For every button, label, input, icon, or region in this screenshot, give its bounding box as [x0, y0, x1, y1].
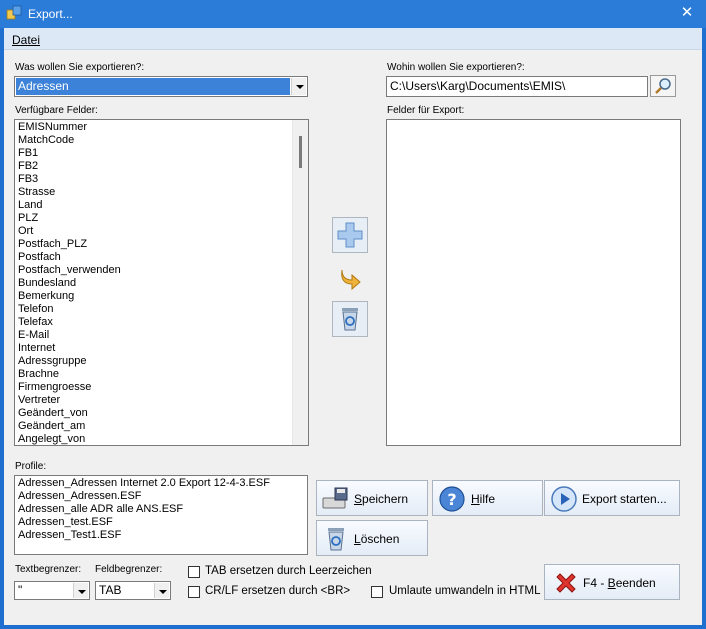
quit-rest: eenden — [615, 576, 656, 590]
available-field-item[interactable]: FB3 — [17, 173, 290, 186]
umlaute-checkbox[interactable] — [371, 586, 383, 598]
remove-field-button[interactable] — [332, 301, 368, 337]
help-rest: ilfe — [479, 492, 496, 506]
field-delimiter-select[interactable]: TAB — [95, 581, 171, 600]
available-field-item[interactable]: Land — [17, 199, 290, 212]
scrollbar-thumb[interactable] — [299, 136, 302, 168]
source-select-value: Adressen — [16, 78, 290, 95]
start-export-label: Export starten... — [582, 492, 667, 506]
available-field-item[interactable]: PLZ — [17, 212, 290, 225]
available-field-item[interactable]: MatchCode — [17, 134, 290, 147]
help-button[interactable]: ? Hilfe — [432, 480, 543, 516]
search-icon — [655, 78, 671, 94]
add-field-button[interactable] — [332, 217, 368, 253]
text-delimiter-label: Textbegrenzer: — [15, 564, 82, 575]
chevron-down-icon[interactable] — [291, 78, 306, 95]
available-field-item[interactable]: FB2 — [17, 160, 290, 173]
profile-item[interactable]: Adressen_Test1.ESF — [17, 529, 305, 542]
available-field-item[interactable]: Firmengroesse — [17, 381, 290, 394]
save-rest: peichern — [362, 492, 409, 506]
available-field-item[interactable]: Adressgruppe — [17, 355, 290, 368]
delete-rest: öschen — [360, 532, 400, 546]
available-fields-list[interactable]: EMISNummer MatchCode FB1 FB2 FB3 Strasse Land P… — [14, 119, 309, 446]
dialog-client: Datei Was wollen Sie exportieren?: Adres… — [4, 28, 702, 625]
help-button-label: Hilfe — [471, 492, 495, 506]
available-field-item[interactable]: E-Mail — [17, 329, 290, 342]
available-fields-scrollbar[interactable] — [292, 120, 308, 445]
profile-item[interactable]: Adressen_Adressen.ESF — [17, 490, 305, 503]
recycle-bin-icon — [328, 528, 344, 551]
field-delimiter-label: Feldbegrenzer: — [95, 564, 163, 575]
available-field-item[interactable]: Telefax — [17, 316, 290, 329]
umlaute-label: Umlaute umwandeln in HTML — [389, 585, 541, 597]
tab-replace-checkbox[interactable] — [188, 566, 200, 578]
quit-accel: B — [607, 576, 616, 590]
source-label: Was wollen Sie exportieren?: — [15, 62, 145, 73]
recycle-bin-icon — [342, 308, 358, 331]
save-accel: S — [354, 492, 363, 506]
quit-prefix: F4 - — [583, 576, 608, 590]
save-button[interactable]: Speichern — [316, 480, 428, 516]
svg-text:?: ? — [447, 490, 456, 509]
window-title: Export... — [28, 7, 73, 21]
plus-icon — [337, 222, 363, 248]
available-field-item[interactable]: Postfach_verwenden — [17, 264, 290, 277]
chevron-down-icon[interactable] — [73, 583, 88, 598]
start-export-button[interactable]: Export starten... — [544, 480, 680, 516]
available-field-item[interactable]: Vertreter — [17, 394, 290, 407]
available-field-item[interactable]: Angelegt_von — [17, 433, 290, 445]
profiles-list[interactable]: Adressen_Adressen Internet 2.0 Export 12… — [14, 475, 308, 555]
quit-button-label: F4 - Beenden — [583, 576, 656, 590]
available-field-item[interactable]: Geändert_am — [17, 420, 290, 433]
target-label: Wohin wollen Sie exportieren?: — [387, 62, 525, 73]
save-button-label: Speichern — [354, 492, 408, 506]
profile-item[interactable]: Adressen_test.ESF — [17, 516, 305, 529]
floppy-printer-icon — [322, 487, 348, 509]
tab-replace-label: TAB ersetzen durch Leerzeichen — [205, 565, 372, 577]
help-question-icon: ? — [439, 486, 465, 512]
close-button[interactable]: ✕ — [678, 4, 696, 22]
title-bar: Export... ✕ — [0, 0, 706, 28]
text-delimiter-select[interactable]: " — [14, 581, 90, 600]
chevron-down-icon[interactable] — [154, 583, 169, 598]
available-field-item[interactable]: Ort — [17, 225, 290, 238]
delete-button-label: Löschen — [354, 532, 399, 546]
export-fields-list[interactable] — [386, 119, 681, 446]
curved-arrow-icon — [341, 269, 361, 291]
profile-item[interactable]: Adressen_Adressen Internet 2.0 Export 12… — [17, 477, 305, 490]
help-accel: H — [471, 492, 480, 506]
menu-bar: Datei — [4, 28, 702, 50]
available-field-item[interactable]: Postfach_PLZ — [17, 238, 290, 251]
delete-button[interactable]: Löschen — [316, 520, 428, 556]
available-field-item[interactable]: Strasse — [17, 186, 290, 199]
source-select[interactable]: Adressen — [14, 76, 308, 97]
red-x-icon — [556, 573, 576, 593]
app-icon — [6, 5, 22, 20]
delete-accel: L — [354, 532, 361, 546]
profiles-label: Profile: — [15, 461, 47, 472]
menu-datei[interactable]: Datei — [12, 33, 40, 47]
export-fields-label: Felder für Export: — [387, 105, 465, 116]
profile-item[interactable]: Adressen_alle ADR alle ANS.ESF — [17, 503, 305, 516]
available-field-item[interactable]: FB1 — [17, 147, 290, 160]
available-field-item[interactable]: Bundesland — [17, 277, 290, 290]
target-path-input[interactable]: C:\Users\Karg\Documents\EMIS\ — [386, 76, 648, 97]
text-delimiter-value: " — [18, 583, 23, 597]
quit-button[interactable]: F4 - Beenden — [544, 564, 680, 600]
available-field-item[interactable]: Postfach — [17, 251, 290, 264]
available-field-item[interactable]: Telefon — [17, 303, 290, 316]
available-field-item[interactable]: Geändert_von — [17, 407, 290, 420]
close-icon: ✕ — [680, 4, 694, 21]
play-icon — [551, 486, 577, 512]
move-field-button[interactable] — [338, 264, 364, 291]
browse-button[interactable] — [650, 75, 676, 97]
available-field-item[interactable]: Bemerkung — [17, 290, 290, 303]
field-delimiter-value: TAB — [99, 583, 122, 597]
available-field-item[interactable]: Internet — [17, 342, 290, 355]
available-field-item[interactable]: Brachne — [17, 368, 290, 381]
available-field-item[interactable]: EMISNummer — [17, 121, 290, 134]
crlf-replace-checkbox[interactable] — [188, 586, 200, 598]
available-fields-label: Verfügbare Felder: — [15, 105, 98, 116]
crlf-replace-label: CR/LF ersetzen durch <BR> — [205, 585, 351, 597]
